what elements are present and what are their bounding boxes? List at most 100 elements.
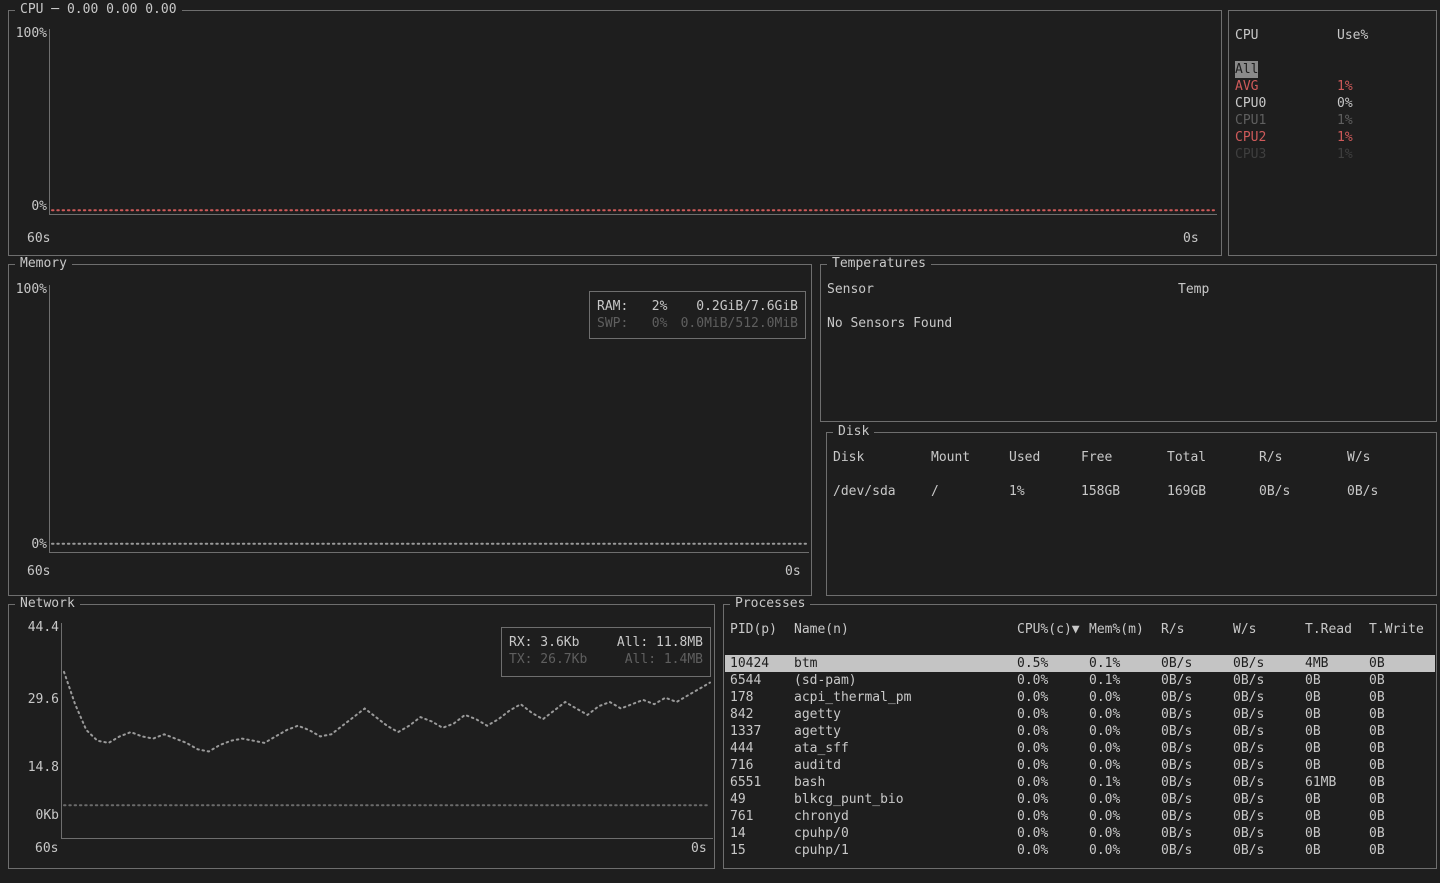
cpu-legend-row-cpu2[interactable]: CPU21% [1230,129,1435,146]
network-x-left-label: 60s [35,842,58,856]
process-cell-pid-p: 716 [730,757,753,774]
cpu-legend-row-cpu1[interactable]: CPU11% [1230,112,1435,129]
cpu-legend-header-cpu: CPU [1235,27,1258,44]
process-row[interactable]: 15cpuhp/10.0%0.0%0B/s0B/s0B0B [725,842,1435,859]
process-cell-name-n: agetty [794,706,841,723]
process-cell-r-s: 0B/s [1161,774,1192,791]
cpu-legend-entry-use: 0% [1337,95,1353,112]
cpu-usage-graph [50,29,1216,214]
process-cell-pid-p: 6544 [730,672,761,689]
process-cell-w-s: 0B/s [1233,774,1264,791]
disk-panel-title: Disk [833,424,874,440]
process-cell-mem-m: 0.1% [1089,655,1120,672]
process-cell-pid-p: 178 [730,689,753,706]
process-cell-cpu-c: 0.0% [1017,672,1048,689]
process-cell-cpu-c: 0.0% [1017,825,1048,842]
temperatures-empty-message: No Sensors Found [827,315,952,332]
process-cell-t-write: 0B [1369,672,1385,689]
process-cell-mem-m: 0.0% [1089,689,1120,706]
process-cell-r-s: 0B/s [1161,808,1192,825]
process-row[interactable]: 716auditd0.0%0.0%0B/s0B/s0B0B [725,757,1435,774]
memory-x-right-label: 0s [785,565,801,579]
network-panel: Network 44.4 29.6 14.8 0Kb RX: 3.6Kb All… [8,604,715,869]
disk-header-row: DiskMountUsedFreeTotalR/sW/s [828,449,1435,466]
network-legend-tx-line: TX: 26.7Kb All: 1.4MB [509,651,703,668]
process-row[interactable]: 444ata_sff0.0%0.0%0B/s0B/s0B0B [725,740,1435,757]
process-row[interactable]: 842agetty0.0%0.0%0B/s0B/s0B0B [725,706,1435,723]
process-row[interactable]: 10424btm0.5%0.1%0B/s0B/s4MB0B [725,655,1435,672]
cpu-legend-row-cpu3[interactable]: CPU31% [1230,146,1435,163]
temperatures-header-sensor: Sensor [827,281,874,298]
process-row[interactable]: 178acpi_thermal_pm0.0%0.0%0B/s0B/s0B0B [725,689,1435,706]
disk-header-mount: Mount [931,449,970,466]
cpu-panel-title: CPU ─ 0.00 0.00 0.00 [15,2,182,18]
processes-panel-title: Processes [730,596,810,612]
process-header-mem-m[interactable]: Mem%(m) [1089,621,1144,638]
process-cell-r-s: 0B/s [1161,672,1192,689]
memory-y-min-label: 0% [11,538,47,552]
process-header-pid-p[interactable]: PID(p) [730,621,777,638]
temperatures-header-row: Sensor Temp [822,281,1435,298]
process-header-t-write[interactable]: T.Write [1369,621,1424,638]
process-cell-r-s: 0B/s [1161,740,1192,757]
process-cell-r-s: 0B/s [1161,842,1192,859]
disk-cell-disk: /dev/sda [833,483,896,500]
process-cell-t-read: 0B [1305,842,1321,859]
process-cell-mem-m: 0.0% [1089,825,1120,842]
process-cell-t-write: 0B [1369,842,1385,859]
process-row[interactable]: 761chronyd0.0%0.0%0B/s0B/s0B0B [725,808,1435,825]
cpu-legend-entry-name: CPU3 [1235,146,1266,163]
cpu-legend-row-cpu0[interactable]: CPU00% [1230,95,1435,112]
process-header-t-read[interactable]: T.Read [1305,621,1352,638]
process-cell-w-s: 0B/s [1233,672,1264,689]
graph-line-rx [64,672,710,752]
disk-header-total: Total [1167,449,1206,466]
process-cell-pid-p: 14 [730,825,746,842]
process-row[interactable]: 6551bash0.0%0.1%0B/s0B/s61MB0B [725,774,1435,791]
process-cell-t-read: 0B [1305,689,1321,706]
disk-header-used: Used [1009,449,1040,466]
process-cell-t-write: 0B [1369,723,1385,740]
memory-legend-ram-line: RAM: 2% 0.2GiB/7.6GiB [597,298,798,315]
process-cell-t-write: 0B [1369,774,1385,791]
process-header-w-s[interactable]: W/s [1233,621,1256,638]
process-header-name-n[interactable]: Name(n) [794,621,849,638]
process-cell-pid-p: 842 [730,706,753,723]
disk-cell-r-s: 0B/s [1259,483,1290,500]
cpu-legend-entry-name: All [1235,61,1258,78]
process-cell-w-s: 0B/s [1233,655,1264,672]
cpu-legend-row-all[interactable]: All [1230,61,1435,78]
process-cell-t-read: 0B [1305,723,1321,740]
process-cell-mem-m: 0.1% [1089,774,1120,791]
process-cell-name-n: cpuhp/1 [794,842,849,859]
cpu-panel: CPU ─ 0.00 0.00 0.00 100% 0% 60s 0s [8,10,1222,256]
process-cell-r-s: 0B/s [1161,825,1192,842]
process-cell-name-n: ata_sff [794,740,849,757]
disk-cell-mount: / [931,483,939,500]
process-cell-cpu-c: 0.0% [1017,757,1048,774]
process-cell-w-s: 0B/s [1233,723,1264,740]
process-row[interactable]: 49blkcg_punt_bio0.0%0.0%0B/s0B/s0B0B [725,791,1435,808]
process-cell-name-n: chronyd [794,808,849,825]
process-header-cpu-c[interactable]: CPU%(c)▼ [1017,621,1080,638]
process-cell-t-write: 0B [1369,791,1385,808]
temperatures-header-temp: Temp [1178,281,1209,298]
process-cell-t-read: 0B [1305,825,1321,842]
network-legend: RX: 3.6Kb All: 11.8MB TX: 26.7Kb All: 1.… [501,627,711,677]
cpu-legend-header-use: Use% [1337,27,1368,44]
cpu-legend-entry-use: 1% [1337,112,1353,129]
process-cell-t-read: 0B [1305,757,1321,774]
process-cell-name-n: auditd [794,757,841,774]
network-tx-rate: TX: 26.7Kb [509,651,587,668]
cpu-x-left-label: 60s [27,232,50,246]
process-header-r-s[interactable]: R/s [1161,621,1184,638]
process-row[interactable]: 1337agetty0.0%0.0%0B/s0B/s0B0B [725,723,1435,740]
process-row[interactable]: 6544(sd-pam)0.0%0.1%0B/s0B/s0B0B [725,672,1435,689]
disk-header-disk: Disk [833,449,864,466]
cpu-legend-row-avg[interactable]: AVG1% [1230,78,1435,95]
memory-panel-title: Memory [15,256,72,272]
network-panel-title: Network [15,596,80,612]
process-row[interactable]: 14cpuhp/00.0%0.0%0B/s0B/s0B0B [725,825,1435,842]
cpu-y-min-label: 0% [11,200,47,214]
cpu-legend-entry-name: CPU2 [1235,129,1266,146]
